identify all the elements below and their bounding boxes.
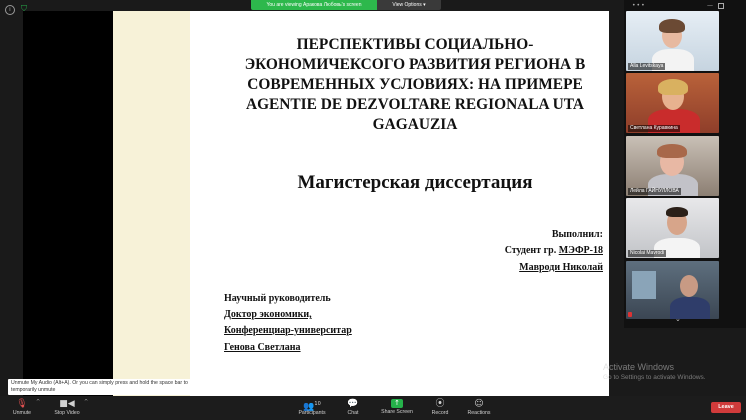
chat-icon: 💬 xyxy=(347,399,359,409)
participant-video[interactable]: Лейла ГАЙНУЛЛОВА xyxy=(626,136,719,196)
record-icon: ⦿ xyxy=(435,399,445,409)
share-screen-label: Share Screen xyxy=(381,409,413,415)
unmute-label: Unmute xyxy=(12,410,32,416)
unmute-button[interactable]: 🎙 Unmute xyxy=(8,396,36,420)
minimize-icon[interactable]: — xyxy=(707,3,713,9)
slide-title-line: AGENTIE DE DEZVOLTARE REGIONALA UTA xyxy=(245,96,585,113)
maximize-icon[interactable] xyxy=(718,3,724,9)
participants-icon: 👥10 xyxy=(303,401,321,412)
panel-menu-icon[interactable]: ••• xyxy=(632,2,646,9)
participant-video[interactable]: Alla Levitskaya xyxy=(626,11,719,71)
participant-video[interactable]: Светлана Куравкина xyxy=(626,73,719,133)
slide-side-panel xyxy=(113,11,190,396)
chat-button[interactable]: 💬 Chat xyxy=(341,396,365,420)
supervisor-name: Генова Светлана xyxy=(224,342,301,353)
supervisor-degree: Доктор экономики, xyxy=(224,309,312,320)
participant-name: Alla Levitskaya xyxy=(628,63,666,70)
share-screen-icon: ↑ xyxy=(391,399,403,408)
slide-title-line: ПЕРСПЕКТИВЫ СОЦИАЛЬНО- xyxy=(296,36,534,53)
person-hair xyxy=(666,207,688,217)
share-screen-button[interactable]: ↑ Share Screen xyxy=(378,396,416,420)
record-button[interactable]: ⦿ Record xyxy=(428,396,452,420)
slide-title-line: СОВРЕМЕННЫХ УСЛОВИЯХ: НА ПРИМЕРЕ xyxy=(247,76,583,93)
student-line: Студент гр. МЭФР-18 xyxy=(505,245,603,257)
unmute-tooltip: Unmute My Audio (Alt+A). Or you can simp… xyxy=(8,379,194,395)
slide-title-line: ЭКОНОМИЧЕКСОГО РАЗВИТИЯ РЕГИОНА В xyxy=(244,56,586,73)
scroll-down-icon[interactable]: ⌄ xyxy=(675,315,681,323)
slide-title-line: GAGAUZIA xyxy=(372,116,458,133)
reactions-icon: ☺ xyxy=(474,399,484,409)
record-label: Record xyxy=(431,410,449,416)
leave-button[interactable]: Leave xyxy=(711,402,741,413)
meeting-toolbar xyxy=(0,396,746,420)
video-options-caret-icon[interactable]: ^ xyxy=(84,399,88,405)
person-hair xyxy=(657,144,687,158)
participant-name: Лейла ГАЙНУЛЛОВА xyxy=(628,188,681,195)
participant-name: Nicolai Mavrodi xyxy=(628,250,667,257)
reactions-label: Reactions xyxy=(467,410,491,416)
presentation-slide: ПЕРСПЕКТИВЫ СОЦИАЛЬНО- ЭКОНОМИЧЕКСОГО РА… xyxy=(190,11,609,396)
muted-mic-icon xyxy=(628,312,632,317)
stop-video-button[interactable]: ■◀ Stop Video xyxy=(51,396,83,420)
student-prefix: Студент гр. xyxy=(504,245,559,256)
stop-video-label: Stop Video xyxy=(54,410,80,416)
person-hair xyxy=(659,19,685,33)
mic-muted-icon: 🎙 xyxy=(16,399,28,409)
student-group: МЭФР-18 xyxy=(558,245,603,256)
participant-name: Светлана Куравкина xyxy=(628,125,680,132)
person-face xyxy=(680,275,698,297)
video-camera-icon: ■◀ xyxy=(59,399,75,409)
person-hair xyxy=(658,79,688,95)
slide-subtitle: Магистерская диссертация xyxy=(297,172,533,193)
done-label: Выполнил: xyxy=(551,229,603,240)
author-name: Мавроди Николай xyxy=(519,262,603,273)
view-options-button[interactable]: View Options ▾ xyxy=(377,0,441,10)
shared-screen: ПЕРСПЕКТИВЫ СОЦИАЛЬНО- ЭКОНОМИЧЕКСОГО РА… xyxy=(23,11,609,396)
participants-count: 10 xyxy=(314,401,321,407)
background-window xyxy=(632,271,656,299)
participant-video[interactable] xyxy=(626,261,719,319)
slide-title: ПЕРСПЕКТИВЫ СОЦИАЛЬНО- ЭКОНОМИЧЕКСОГО РА… xyxy=(215,35,609,135)
meeting-info-icon[interactable]: i xyxy=(5,5,15,15)
participant-video[interactable]: Nicolai Mavrodi xyxy=(626,198,719,258)
supervisor-label: Научный руководитель xyxy=(224,293,331,304)
activation-watermark-title: Activate Windows xyxy=(603,362,675,372)
supervisor-title: Конференциар-университар xyxy=(224,325,352,336)
audio-options-caret-icon[interactable]: ^ xyxy=(36,399,40,405)
participants-button[interactable]: 👥10 Participants xyxy=(294,396,330,420)
participants-label: Participants xyxy=(298,410,326,416)
reactions-button[interactable]: ☺ Reactions xyxy=(464,396,494,420)
viewing-screen-banner: You are viewing Аракова Любовь's screen xyxy=(251,0,377,10)
activation-watermark-subtitle: Go to Settings to activate Windows. xyxy=(603,374,706,381)
chat-label: Chat xyxy=(347,410,359,416)
